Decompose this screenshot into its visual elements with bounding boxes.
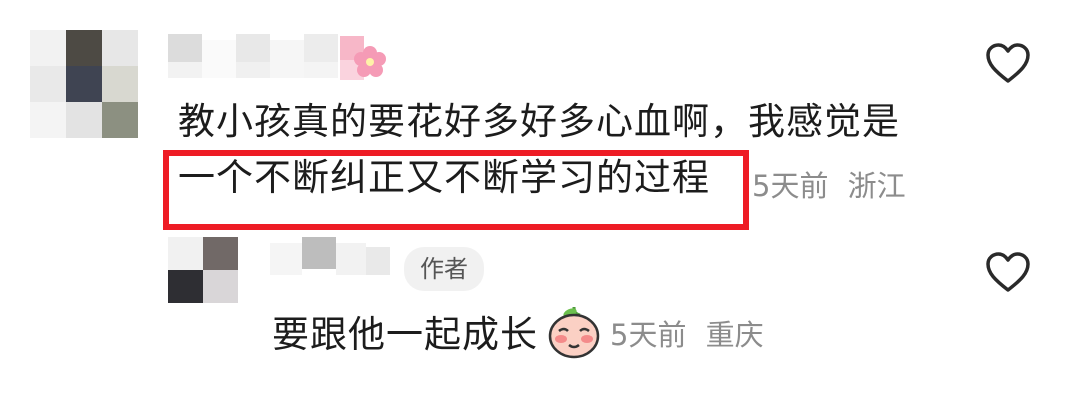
heart-outline-icon [986, 43, 1030, 83]
comment-location: 浙江 [847, 169, 906, 203]
reply-like-button[interactable] [985, 251, 1031, 293]
comment-time: 5天前 [752, 169, 829, 203]
cherry-blossom-icon [340, 36, 388, 82]
comment-text-line1: 教小孩真的要花好多好多心血啊，我感觉是 [178, 100, 900, 143]
like-button[interactable] [985, 42, 1031, 84]
reply-time: 5天前 [610, 318, 687, 352]
blushing-face-sticker [546, 303, 602, 359]
reply-meta: 5天前 重庆 [610, 315, 764, 355]
avatar[interactable] [30, 30, 140, 140]
comment-meta: 5天前 浙江 [752, 166, 906, 206]
reply-username[interactable] [270, 237, 390, 275]
username[interactable] [168, 34, 338, 78]
author-badge: 作者 [404, 247, 484, 291]
comment-item: 教小孩真的要花好多好多心血啊，我感觉是 一个不断纠正又不断学习的过程 5天前 浙… [0, 0, 1080, 235]
heart-outline-icon [986, 252, 1030, 292]
reply-avatar[interactable] [168, 237, 238, 303]
reply-location: 重庆 [705, 318, 764, 352]
highlight-box [163, 150, 749, 230]
reply-item: 作者 要跟他一起成长 5天前 重庆 [0, 235, 1080, 409]
reply-text: 要跟他一起成长 [272, 313, 538, 356]
